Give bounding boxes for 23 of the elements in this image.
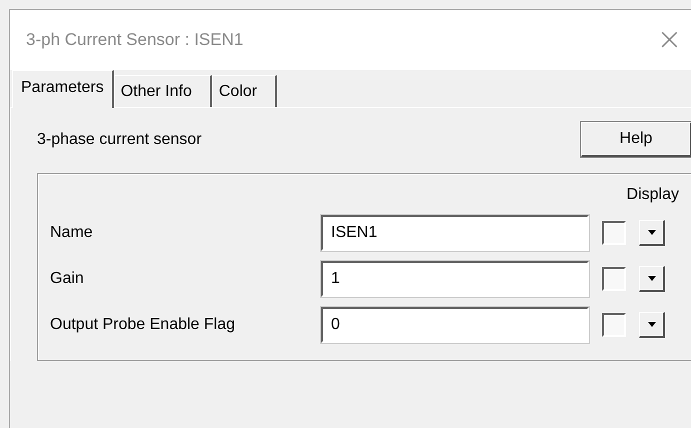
- description-text: 3-phase current sensor: [37, 130, 202, 148]
- caret-icon: [648, 322, 656, 327]
- close-button[interactable]: ×: [656, 25, 691, 55]
- dropdown-button[interactable]: [639, 220, 665, 246]
- display-header: Display: [626, 186, 679, 204]
- input-field[interactable]: ISEN1: [321, 215, 589, 251]
- tab[interactable]: Parameters: [12, 70, 114, 108]
- parameter-label: Output Probe Enable Flag: [50, 316, 236, 334]
- caret-icon: [648, 230, 656, 235]
- parameter-label: Gain: [50, 270, 85, 288]
- caret-icon: [648, 276, 656, 281]
- tab[interactable]: Other Info: [114, 75, 212, 107]
- tab[interactable]: Color: [212, 75, 278, 107]
- input-field[interactable]: 0: [321, 307, 589, 343]
- window-title: 3-ph Current Sensor : ISEN1: [26, 30, 244, 50]
- dropdown-button[interactable]: [639, 266, 665, 292]
- display-checkbox[interactable]: [602, 267, 626, 291]
- dropdown-button[interactable]: [639, 312, 665, 338]
- parameter-label: Name: [50, 224, 94, 242]
- display-checkbox[interactable]: [602, 313, 626, 337]
- input-field[interactable]: 1: [321, 261, 589, 297]
- display-checkbox[interactable]: [602, 221, 626, 245]
- help-button[interactable]: Help: [581, 122, 691, 157]
